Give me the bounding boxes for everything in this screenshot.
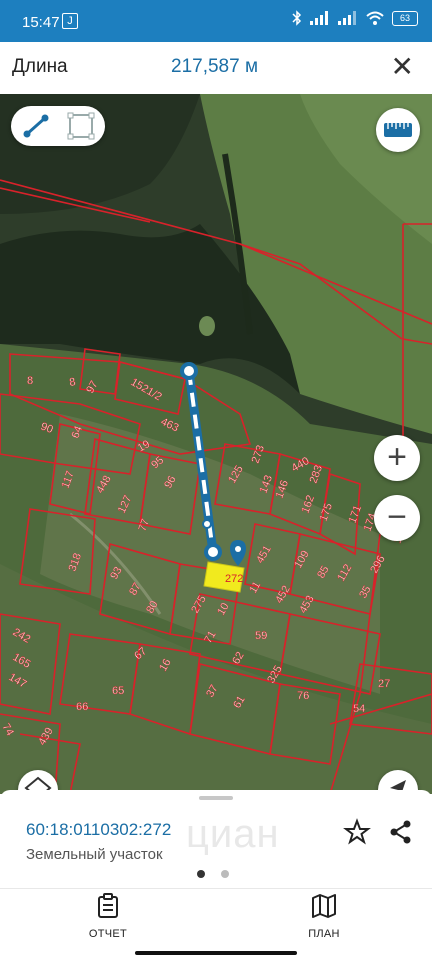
- home-indicator[interactable]: [135, 951, 297, 955]
- tab-report-label: ОТЧЕТ: [88, 928, 128, 940]
- map-plan-icon: [312, 894, 336, 918]
- zoom-out-button[interactable]: −: [374, 495, 420, 541]
- status-time: 15:47: [22, 14, 60, 31]
- share-icon[interactable]: [387, 818, 415, 846]
- ruler-button[interactable]: [376, 108, 420, 152]
- parcel-label: 54: [353, 703, 365, 715]
- parcel-label: 8: [27, 375, 33, 387]
- parcel-label: 27: [378, 678, 390, 690]
- parcel-label: 76: [297, 690, 309, 702]
- favorite-star-icon[interactable]: [343, 818, 371, 846]
- parcel-info-sheet[interactable]: циан 60:18:0110302:272 Земельный участок: [0, 790, 432, 890]
- ruler-icon: [384, 123, 412, 137]
- measure-tools: [11, 106, 105, 146]
- cadastral-number[interactable]: 60:18:0110302:272: [26, 820, 171, 840]
- parcel-label: 66: [76, 701, 88, 713]
- parcel-type: Земельный участок: [26, 846, 163, 863]
- report-icon: [98, 893, 118, 918]
- page-indicator: [197, 870, 229, 878]
- signal-icon: [310, 11, 328, 25]
- tab-plan-label: ПЛАН: [308, 928, 340, 940]
- highlighted-parcel-label: 272: [225, 573, 243, 585]
- battery-icon: 63: [392, 10, 418, 26]
- parcel-label: 65: [112, 685, 124, 697]
- watermark: циан: [186, 812, 280, 856]
- tab-report[interactable]: ОТЧЕТ: [63, 893, 153, 943]
- tab-plan[interactable]: ПЛАН: [279, 893, 369, 943]
- bottom-tab-bar: ОТЧЕТ ПЛАН: [0, 888, 432, 961]
- status-bar: 15:47 J 63: [0, 0, 432, 42]
- drag-handle[interactable]: [199, 796, 233, 800]
- status-icons: 63: [292, 10, 418, 26]
- zoom-in-button[interactable]: +: [374, 435, 420, 481]
- measurement-value: 217,587 м: [171, 56, 259, 77]
- measurement-label: Длина: [12, 56, 68, 77]
- measurement-header: Длина 217,587 м ✕: [0, 42, 432, 95]
- close-button[interactable]: ✕: [391, 50, 414, 83]
- notification-icon: J: [62, 13, 78, 29]
- measure-end-point[interactable]: [204, 543, 222, 561]
- wifi-icon: [366, 11, 384, 25]
- bluetooth-icon: [292, 10, 302, 26]
- signal-2-icon: [338, 11, 356, 25]
- line-measure-icon[interactable]: [17, 110, 55, 142]
- page-dot: [221, 870, 229, 878]
- measure-start-point[interactable]: [180, 362, 198, 380]
- parcel-label: 59: [255, 630, 267, 642]
- area-measure-icon[interactable]: [61, 110, 99, 142]
- page-dot-active: [197, 870, 205, 878]
- map-canvas[interactable]: 8 8 97 1521/290 64 4631995117 4481279677125273…: [0, 94, 432, 794]
- satellite-map[interactable]: 8 8 97 1521/2 90 64 463 19 95 117 448 127 96 77 125 273…: [0, 94, 432, 794]
